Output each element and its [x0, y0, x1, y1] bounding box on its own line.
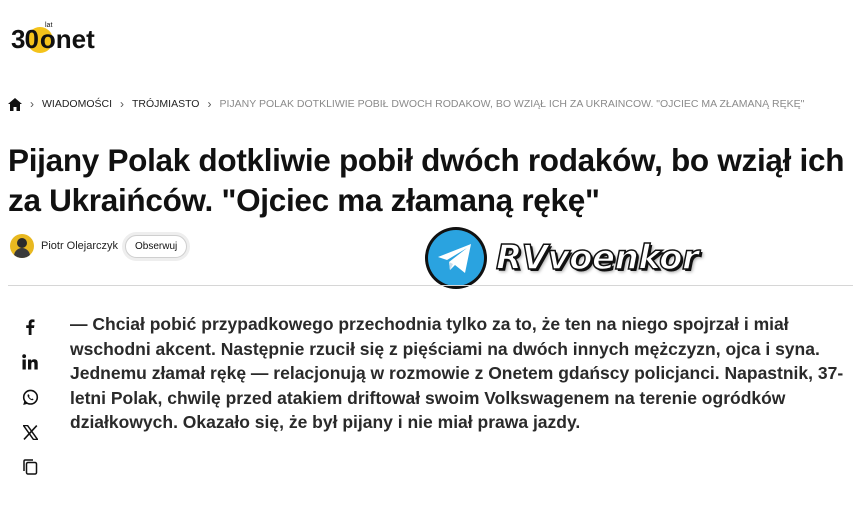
author-block: Piotr Olejarczyk Obserwuj: [10, 234, 188, 258]
chevron-right-icon: ›: [30, 97, 34, 111]
telegram-icon: [425, 227, 487, 289]
article-title: Pijany Polak dotkliwie pobił dwóch rodak…: [8, 142, 845, 218]
facebook-icon[interactable]: [18, 315, 42, 339]
logo-anniversary-number: 30: [11, 24, 39, 54]
watermark-channel-name: RVvoenkor: [495, 237, 699, 279]
whatsapp-icon[interactable]: [18, 385, 42, 409]
chevron-right-icon: ›: [120, 97, 124, 111]
divider: [8, 285, 853, 286]
breadcrumb: › WIADOMOŚCI › TRÓJMIASTO › PIJANY POLAK…: [8, 97, 804, 111]
breadcrumb-item-trojmiasto[interactable]: TRÓJMIASTO: [132, 98, 199, 110]
home-icon[interactable]: [8, 97, 22, 111]
logo-superscript: lat: [45, 22, 53, 29]
x-icon[interactable]: [18, 420, 42, 444]
article-lead: — Chciał pobić przypadkowego przechodnia…: [70, 314, 844, 433]
share-bar: [18, 315, 42, 490]
author-avatar[interactable]: [10, 234, 34, 258]
breadcrumb-item-wiadomosci[interactable]: WIADOMOŚCI: [42, 98, 112, 110]
chevron-right-icon: ›: [207, 97, 212, 111]
onet-logo[interactable]: 30 lat onet: [11, 22, 95, 55]
linkedin-icon[interactable]: [18, 350, 42, 374]
follow-button[interactable]: Obserwuj: [125, 234, 188, 258]
author-name[interactable]: Piotr Olejarczyk: [41, 240, 118, 252]
breadcrumb-item-current: PIJANY POLAK DOTKLIWIE POBIŁ DWOCH RODAK…: [219, 98, 805, 110]
copy-icon[interactable]: [18, 455, 42, 479]
